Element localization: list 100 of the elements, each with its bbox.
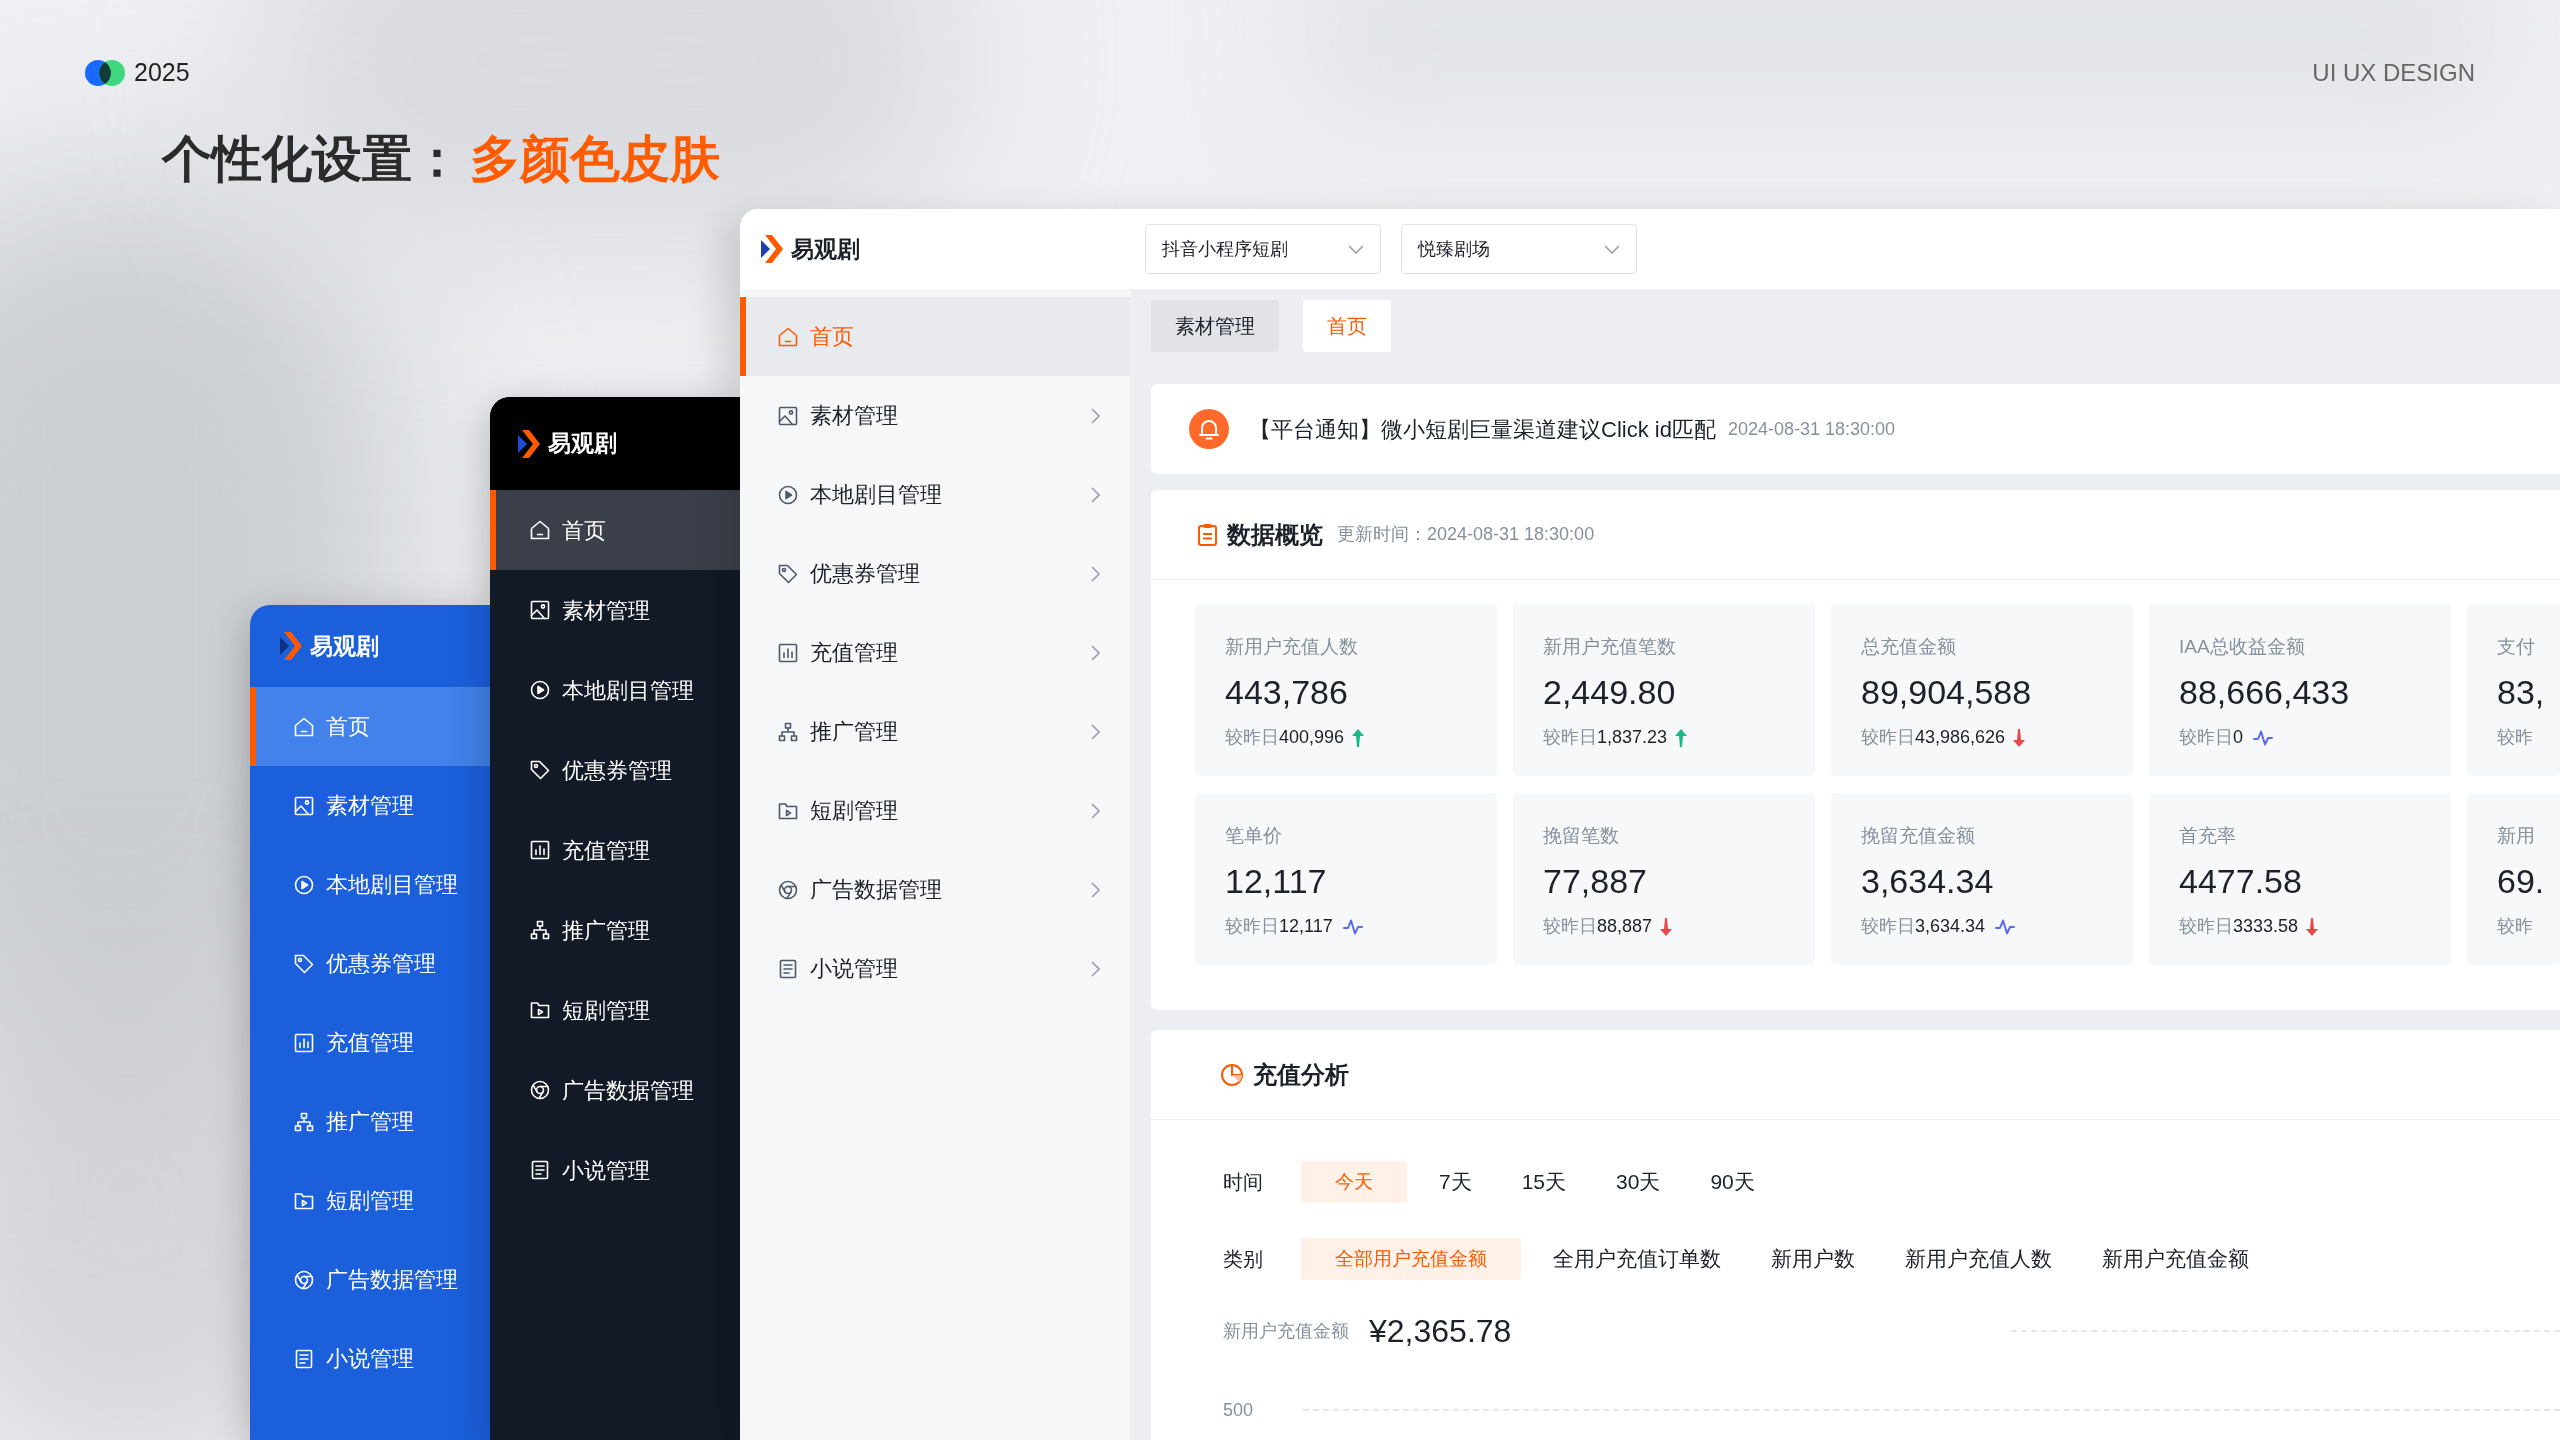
logo-icon [761, 235, 783, 263]
menu-item[interactable]: 本地剧目管理 [490, 650, 740, 730]
menu-item[interactable]: 优惠券管理 [250, 924, 490, 1003]
chevron-right-icon [1091, 407, 1100, 424]
home-icon [530, 520, 550, 540]
compare-value: 43,986,626 [1915, 726, 2006, 749]
dropdown-select[interactable]: 悦臻剧场 [1401, 224, 1637, 274]
menu-item[interactable]: 短剧管理 [250, 1161, 490, 1240]
menu-item[interactable]: 短剧管理 [490, 970, 740, 1050]
filter-option[interactable]: 15天 [1503, 1161, 1585, 1203]
aperture-icon [778, 879, 798, 900]
filter-option[interactable]: 90天 [1692, 1161, 1773, 1203]
summary-label: 新用户充值金额 [1223, 1319, 1349, 1343]
filter-option[interactable]: 新用户充值金额 [2084, 1238, 2267, 1280]
hierarchy-icon [530, 920, 550, 940]
bar-chart-icon [530, 840, 550, 860]
menu-item[interactable]: 推广管理 [740, 692, 1130, 771]
home-icon [778, 326, 798, 347]
pulse-icon [2253, 729, 2273, 746]
chevron-right-icon [1091, 723, 1100, 740]
compare-label: 较昨日 [2179, 915, 2233, 938]
metric-label: 新用 [2497, 824, 2535, 848]
metric-label: 挽留笔数 [1543, 824, 1619, 848]
overlapping-circles-icon [85, 60, 125, 86]
aperture-icon [530, 1080, 550, 1100]
metric-value: 69. [2497, 861, 2545, 901]
hierarchy-icon [778, 721, 798, 742]
notification-time: 2024-08-31 18:30:00 [1727, 417, 1896, 441]
metric-label: 首充率 [2179, 824, 2236, 848]
metric-value: 88,666,433 [2179, 672, 2350, 712]
menu-item[interactable]: 优惠券管理 [740, 534, 1130, 613]
logo-text: 易观剧 [310, 631, 379, 661]
metric-label: 总充值金额 [1861, 635, 1956, 659]
menu-item[interactable]: 本地剧目管理 [740, 455, 1130, 534]
menu-item[interactable]: 首页 [250, 687, 490, 766]
metric-value: 443,786 [1225, 672, 1348, 712]
menu-item[interactable]: 充值管理 [250, 1003, 490, 1082]
document-icon [778, 958, 798, 979]
folder-play-icon [530, 1000, 550, 1020]
filter-option[interactable]: 新用户充值人数 [1887, 1238, 2070, 1280]
dropdown-select[interactable]: 抖音小程序短剧 [1145, 224, 1381, 274]
menu-item[interactable]: 推广管理 [490, 890, 740, 970]
tab[interactable]: 素材管理 [1151, 300, 1279, 352]
logo-icon [280, 632, 302, 660]
tag-icon [530, 760, 550, 780]
menu-item[interactable]: 充值管理 [490, 810, 740, 890]
menu-item[interactable]: 短剧管理 [740, 771, 1130, 850]
image-icon [778, 405, 798, 426]
compare-value: 12,117 [1279, 915, 1333, 938]
document-icon [294, 1348, 314, 1369]
play-circle-icon [778, 484, 798, 505]
home-icon [294, 716, 314, 737]
chevron-right-icon [1091, 881, 1100, 898]
metric-value: 83, [2497, 672, 2545, 712]
filter-option[interactable]: 全用户充值订单数 [1535, 1238, 1739, 1280]
menu-item[interactable]: 广告数据管理 [250, 1240, 490, 1319]
aperture-icon [294, 1269, 314, 1290]
play-circle-icon [294, 874, 314, 895]
menu-item[interactable]: 首页 [490, 490, 740, 570]
compare-value: 3,634.34 [1915, 915, 1986, 938]
menu-item[interactable]: 广告数据管理 [740, 850, 1130, 929]
menu-item[interactable]: 素材管理 [250, 766, 490, 845]
notification-card[interactable]: 【平台通知】微小短剧巨量渠道建议Click id匹配 2024-08-31 18:30:00 [1151, 384, 2560, 474]
folder-play-icon [778, 800, 798, 821]
menu-item[interactable]: 充值管理 [740, 613, 1130, 692]
menu-item[interactable]: 优惠券管理 [490, 730, 740, 810]
tag-icon [778, 563, 798, 584]
menu-item[interactable]: 素材管理 [490, 570, 740, 650]
menu-item[interactable]: 小说管理 [740, 929, 1130, 1008]
chevron-right-icon [1091, 486, 1100, 503]
menu-item[interactable]: 小说管理 [490, 1130, 740, 1210]
play-circle-icon [530, 680, 550, 700]
chevron-down-icon [1348, 244, 1364, 254]
menu-item[interactable]: 素材管理 [740, 376, 1130, 455]
filter-option[interactable]: 30天 [1598, 1161, 1679, 1203]
menu-item[interactable]: 广告数据管理 [490, 1050, 740, 1130]
metric-value: 77,887 [1543, 861, 1647, 901]
arrow-down-icon [1660, 917, 1673, 936]
compare-label: 较昨日 [2179, 726, 2233, 749]
logo-text: 易观剧 [548, 429, 617, 459]
menu-item[interactable]: 本地剧目管理 [250, 845, 490, 924]
filter-option[interactable]: 7天 [1421, 1161, 1490, 1203]
logo-text: 易观剧 [791, 234, 860, 264]
bell-icon [1189, 409, 1229, 449]
menu-item[interactable]: 小说管理 [250, 1319, 490, 1398]
chevron-right-icon [1091, 960, 1100, 977]
arrow-down-icon [2013, 728, 2026, 747]
metric-value: 89,904,588 [1861, 672, 2032, 712]
image-icon [530, 600, 550, 620]
metric-label: IAA总收益金额 [2179, 635, 2305, 659]
filter-option[interactable]: 新用户数 [1753, 1238, 1873, 1280]
hierarchy-icon [294, 1111, 314, 1132]
filter-label: 类别 [1223, 1247, 1264, 1272]
chevron-right-icon [1091, 802, 1100, 819]
menu-item[interactable]: 推广管理 [250, 1082, 490, 1161]
compare-label: 较昨日 [1543, 915, 1597, 938]
compare-label: 较昨日 [1225, 726, 1279, 749]
arrow-up-icon [1675, 728, 1688, 747]
summary-value: ¥2,365.78 [1369, 1312, 1512, 1351]
pulse-icon [1342, 918, 1363, 935]
